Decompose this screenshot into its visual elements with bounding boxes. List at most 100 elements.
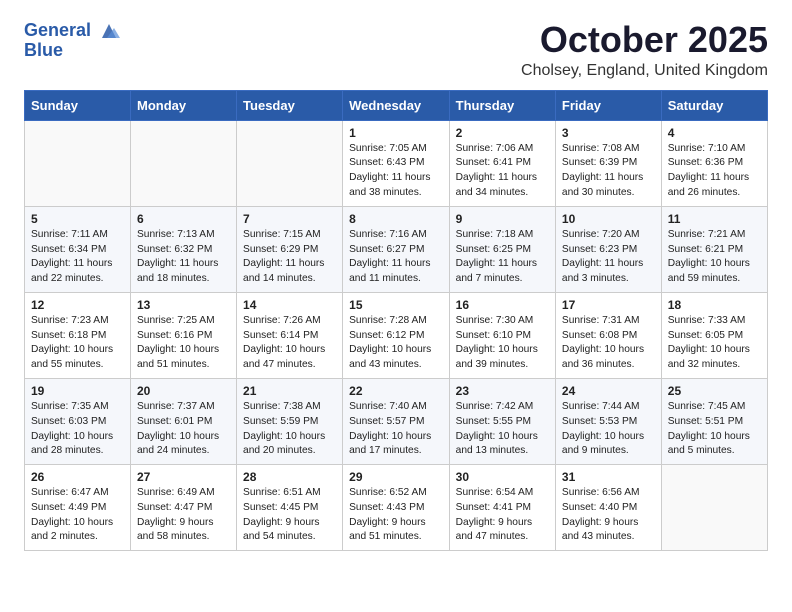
day-number-1: 1 — [349, 126, 443, 140]
day-number-31: 31 — [562, 470, 655, 484]
day-info-5: Sunrise: 7:11 AM Sunset: 6:34 PM Dayligh… — [31, 228, 124, 287]
day-info-19: Sunrise: 7:35 AM Sunset: 6:03 PM Dayligh… — [31, 400, 124, 459]
day-cell-19: 19 Sunrise: 7:35 AM Sunset: 6:03 PM Dayli… — [25, 378, 131, 464]
calendar-week-1: 1 Sunrise: 7:05 AM Sunset: 6:43 PM Daylig… — [25, 120, 768, 206]
day-number-23: 23 — [456, 384, 549, 398]
day-info-18: Sunrise: 7:33 AM Sunset: 6:05 PM Dayligh… — [668, 314, 761, 373]
logo: General Blue — [24, 20, 120, 61]
empty-cell — [237, 120, 343, 206]
day-info-8: Sunrise: 7:16 AM Sunset: 6:27 PM Dayligh… — [349, 228, 443, 287]
calendar-week-5: 26 Sunrise: 6:47 AM Sunset: 4:49 PM Dayli… — [25, 465, 768, 551]
day-info-13: Sunrise: 7:25 AM Sunset: 6:16 PM Dayligh… — [137, 314, 230, 373]
day-info-15: Sunrise: 7:28 AM Sunset: 6:12 PM Dayligh… — [349, 314, 443, 373]
day-info-14: Sunrise: 7:26 AM Sunset: 6:14 PM Dayligh… — [243, 314, 336, 373]
day-info-26: Sunrise: 6:47 AM Sunset: 4:49 PM Dayligh… — [31, 486, 124, 545]
day-cell-14: 14Sunrise: 7:26 AM Sunset: 6:14 PM Dayli… — [237, 292, 343, 378]
day-number-8: 8 — [349, 212, 443, 226]
header: General Blue October 2025 Cholsey, Engla… — [24, 20, 768, 80]
day-number-20: 20 — [137, 384, 230, 398]
day-number-3: 3 — [562, 126, 655, 140]
day-cell-23: 23 Sunrise: 7:42 AM Sunset: 5:55 PM Dayli… — [449, 378, 555, 464]
header-tuesday: Tuesday — [237, 90, 343, 120]
day-number-12: 12 — [31, 298, 124, 312]
day-info-31: Sunrise: 6:56 AM Sunset: 4:40 PM Dayligh… — [562, 486, 655, 545]
day-number-2: 2 — [456, 126, 549, 140]
day-info-1: Sunrise: 7:05 AM Sunset: 6:43 PM Dayligh… — [349, 142, 443, 201]
calendar: SundayMondayTuesdayWednesdayThursdayFrid… — [24, 90, 768, 552]
day-info-24: Sunrise: 7:44 AM Sunset: 5:53 PM Dayligh… — [562, 400, 655, 459]
day-cell-27: 27Sunrise: 6:49 AM Sunset: 4:47 PM Dayli… — [131, 465, 237, 551]
day-number-5: 5 — [31, 212, 124, 226]
day-info-2: Sunrise: 7:06 AM Sunset: 6:41 PM Dayligh… — [456, 142, 549, 201]
day-cell-18: 18Sunrise: 7:33 AM Sunset: 6:05 PM Dayli… — [661, 292, 767, 378]
header-friday: Friday — [555, 90, 661, 120]
day-cell-20: 20Sunrise: 7:37 AM Sunset: 6:01 PM Dayli… — [131, 378, 237, 464]
day-cell-10: 10Sunrise: 7:20 AM Sunset: 6:23 PM Dayli… — [555, 206, 661, 292]
day-cell-26: 26 Sunrise: 6:47 AM Sunset: 4:49 PM Dayli… — [25, 465, 131, 551]
day-number-17: 17 — [562, 298, 655, 312]
day-number-13: 13 — [137, 298, 230, 312]
day-cell-24: 24 Sunrise: 7:44 AM Sunset: 5:53 PM Dayli… — [555, 378, 661, 464]
day-info-30: Sunrise: 6:54 AM Sunset: 4:41 PM Dayligh… — [456, 486, 549, 545]
day-info-25: Sunrise: 7:45 AM Sunset: 5:51 PM Dayligh… — [668, 400, 761, 459]
page: General Blue October 2025 Cholsey, Engla… — [0, 0, 792, 571]
header-thursday: Thursday — [449, 90, 555, 120]
day-number-25: 25 — [668, 384, 761, 398]
day-cell-31: 31 Sunrise: 6:56 AM Sunset: 4:40 PM Dayli… — [555, 465, 661, 551]
day-info-4: Sunrise: 7:10 AM Sunset: 6:36 PM Dayligh… — [668, 142, 761, 201]
day-number-19: 19 — [31, 384, 124, 398]
day-cell-1: 1 Sunrise: 7:05 AM Sunset: 6:43 PM Daylig… — [343, 120, 450, 206]
day-number-22: 22 — [349, 384, 443, 398]
day-cell-3: 3 Sunrise: 7:08 AM Sunset: 6:39 PM Daylig… — [555, 120, 661, 206]
day-number-28: 28 — [243, 470, 336, 484]
day-cell-9: 9Sunrise: 7:18 AM Sunset: 6:25 PM Daylig… — [449, 206, 555, 292]
calendar-week-4: 19 Sunrise: 7:35 AM Sunset: 6:03 PM Dayli… — [25, 378, 768, 464]
day-cell-28: 28 Sunrise: 6:51 AM Sunset: 4:45 PM Dayli… — [237, 465, 343, 551]
empty-cell — [131, 120, 237, 206]
day-cell-6: 6Sunrise: 7:13 AM Sunset: 6:32 PM Daylig… — [131, 206, 237, 292]
day-info-3: Sunrise: 7:08 AM Sunset: 6:39 PM Dayligh… — [562, 142, 655, 201]
empty-cell — [25, 120, 131, 206]
day-info-17: Sunrise: 7:31 AM Sunset: 6:08 PM Dayligh… — [562, 314, 655, 373]
day-cell-12: 12 Sunrise: 7:23 AM Sunset: 6:18 PM Dayli… — [25, 292, 131, 378]
day-number-7: 7 — [243, 212, 336, 226]
day-cell-21: 21 Sunrise: 7:38 AM Sunset: 5:59 PM Dayli… — [237, 378, 343, 464]
day-info-9: Sunrise: 7:18 AM Sunset: 6:25 PM Dayligh… — [456, 228, 549, 287]
day-info-12: Sunrise: 7:23 AM Sunset: 6:18 PM Dayligh… — [31, 314, 124, 373]
day-cell-11: 11 Sunrise: 7:21 AM Sunset: 6:21 PM Dayli… — [661, 206, 767, 292]
day-number-27: 27 — [137, 470, 230, 484]
day-number-4: 4 — [668, 126, 761, 140]
day-cell-4: 4 Sunrise: 7:10 AM Sunset: 6:36 PM Daylig… — [661, 120, 767, 206]
day-cell-22: 22 Sunrise: 7:40 AM Sunset: 5:57 PM Dayli… — [343, 378, 450, 464]
day-cell-2: 2 Sunrise: 7:06 AM Sunset: 6:41 PM Daylig… — [449, 120, 555, 206]
logo-blue: Blue — [24, 40, 120, 61]
day-info-22: Sunrise: 7:40 AM Sunset: 5:57 PM Dayligh… — [349, 400, 443, 459]
day-info-28: Sunrise: 6:51 AM Sunset: 4:45 PM Dayligh… — [243, 486, 336, 545]
day-number-29: 29 — [349, 470, 443, 484]
day-info-11: Sunrise: 7:21 AM Sunset: 6:21 PM Dayligh… — [668, 228, 761, 287]
day-number-26: 26 — [31, 470, 124, 484]
day-info-29: Sunrise: 6:52 AM Sunset: 4:43 PM Dayligh… — [349, 486, 443, 545]
day-cell-25: 25 Sunrise: 7:45 AM Sunset: 5:51 PM Dayli… — [661, 378, 767, 464]
day-number-15: 15 — [349, 298, 443, 312]
day-number-21: 21 — [243, 384, 336, 398]
header-wednesday: Wednesday — [343, 90, 450, 120]
day-cell-15: 15 Sunrise: 7:28 AM Sunset: 6:12 PM Dayli… — [343, 292, 450, 378]
day-cell-13: 13 Sunrise: 7:25 AM Sunset: 6:16 PM Dayli… — [131, 292, 237, 378]
day-info-23: Sunrise: 7:42 AM Sunset: 5:55 PM Dayligh… — [456, 400, 549, 459]
day-cell-29: 29 Sunrise: 6:52 AM Sunset: 4:43 PM Dayli… — [343, 465, 450, 551]
day-number-30: 30 — [456, 470, 549, 484]
calendar-week-2: 5 Sunrise: 7:11 AM Sunset: 6:34 PM Daylig… — [25, 206, 768, 292]
location: Cholsey, England, United Kingdom — [521, 62, 768, 80]
calendar-header-row: SundayMondayTuesdayWednesdayThursdayFrid… — [25, 90, 768, 120]
day-cell-8: 8 Sunrise: 7:16 AM Sunset: 6:27 PM Daylig… — [343, 206, 450, 292]
day-info-6: Sunrise: 7:13 AM Sunset: 6:32 PM Dayligh… — [137, 228, 230, 287]
day-cell-7: 7Sunrise: 7:15 AM Sunset: 6:29 PM Daylig… — [237, 206, 343, 292]
header-monday: Monday — [131, 90, 237, 120]
header-sunday: Sunday — [25, 90, 131, 120]
day-info-21: Sunrise: 7:38 AM Sunset: 5:59 PM Dayligh… — [243, 400, 336, 459]
day-cell-17: 17 Sunrise: 7:31 AM Sunset: 6:08 PM Dayli… — [555, 292, 661, 378]
day-number-10: 10 — [562, 212, 655, 226]
day-number-11: 11 — [668, 212, 761, 226]
day-number-24: 24 — [562, 384, 655, 398]
